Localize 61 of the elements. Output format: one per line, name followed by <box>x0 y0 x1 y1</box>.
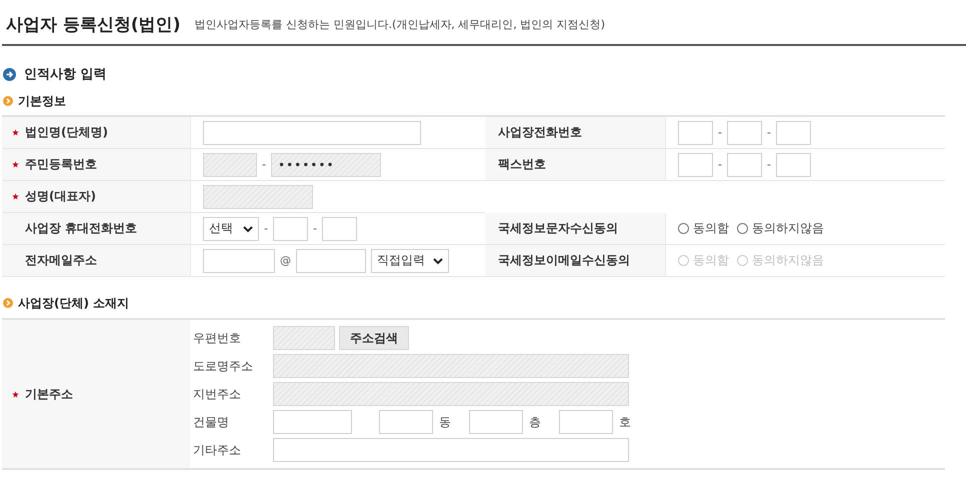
input-field[interactable] <box>272 216 308 240</box>
radio-label: 동의하지않음 <box>752 220 824 237</box>
field-label: 전자메일주소 <box>25 252 97 269</box>
address-label: 기타주소 <box>193 442 242 458</box>
address-label: 지번주소 <box>193 386 242 402</box>
field-label: 팩스번호 <box>498 156 546 173</box>
address-label: 건물명 <box>193 414 230 430</box>
address-label: 우편번호 <box>193 330 242 346</box>
field-label: 기본주소 <box>25 386 73 402</box>
field-label: 법인명(단체명) <box>25 124 108 141</box>
radio-button[interactable] <box>678 223 689 234</box>
separator-text: - <box>264 222 268 235</box>
separator-text: - <box>262 158 266 171</box>
input-field[interactable] <box>678 152 713 176</box>
input-field[interactable] <box>726 152 762 176</box>
section-title: 인적사항 입력 <box>24 66 107 83</box>
separator-text: - <box>718 158 722 171</box>
input-field[interactable] <box>273 410 352 434</box>
field-label: 국세정보이메일수신동의 <box>498 252 630 269</box>
dropdown[interactable]: 직접입력 <box>371 248 449 272</box>
input-field[interactable] <box>469 410 523 434</box>
page-title: 사업자 등록신청(법인) <box>6 14 180 36</box>
input-field[interactable] <box>776 120 811 144</box>
subsection-title: 사업장(단체) 소재지 <box>18 294 130 312</box>
input-field[interactable] <box>678 120 713 144</box>
separator-text: - <box>766 158 771 171</box>
page-description: 법인사업자등록를 신청하는 민원입니다.(개인납세자, 세무대리인, 법인의 지점신청) <box>194 16 606 32</box>
separator-text: - <box>312 222 317 235</box>
separator-text: @ <box>280 254 291 267</box>
separator-text: - <box>766 126 771 139</box>
unit-label: 호 <box>619 414 631 430</box>
radio-button[interactable] <box>737 223 748 234</box>
radio-label: 동의하지않음 <box>752 252 824 269</box>
field-label: 사업장 휴대전화번호 <box>25 220 138 237</box>
radio-label: 동의함 <box>693 220 729 237</box>
field-label: 주민등록번호 <box>25 156 97 173</box>
input-field[interactable] <box>203 248 275 272</box>
input-field[interactable] <box>726 120 762 144</box>
dropdown[interactable]: 선택 <box>203 216 259 240</box>
arrow-circle-icon <box>3 68 16 80</box>
chevron-icon <box>243 224 253 232</box>
radio-label: 동의함 <box>693 252 729 269</box>
input-field[interactable] <box>322 216 357 240</box>
input-field[interactable] <box>559 410 613 434</box>
input-field[interactable] <box>273 438 629 462</box>
subsection-title: 기본정보 <box>18 92 66 110</box>
input-field[interactable] <box>203 120 421 144</box>
input-field[interactable] <box>296 248 366 272</box>
chevron-circle-icon <box>3 298 13 308</box>
input-field[interactable] <box>379 410 433 434</box>
unit-label: 층 <box>529 414 541 430</box>
address-label: 도로명주소 <box>193 358 254 374</box>
address-search-button[interactable]: 주소검색 <box>339 326 409 350</box>
chevron-circle-icon <box>3 96 13 106</box>
field-label: 국세정보문자수신동의 <box>498 220 618 237</box>
field-label: 사업장전화번호 <box>498 124 582 141</box>
chevron-icon <box>433 256 443 264</box>
unit-label: 동 <box>439 414 451 430</box>
field-label: 성명(대표자) <box>25 188 96 205</box>
separator-text: - <box>718 126 722 139</box>
input-field[interactable] <box>776 152 811 176</box>
